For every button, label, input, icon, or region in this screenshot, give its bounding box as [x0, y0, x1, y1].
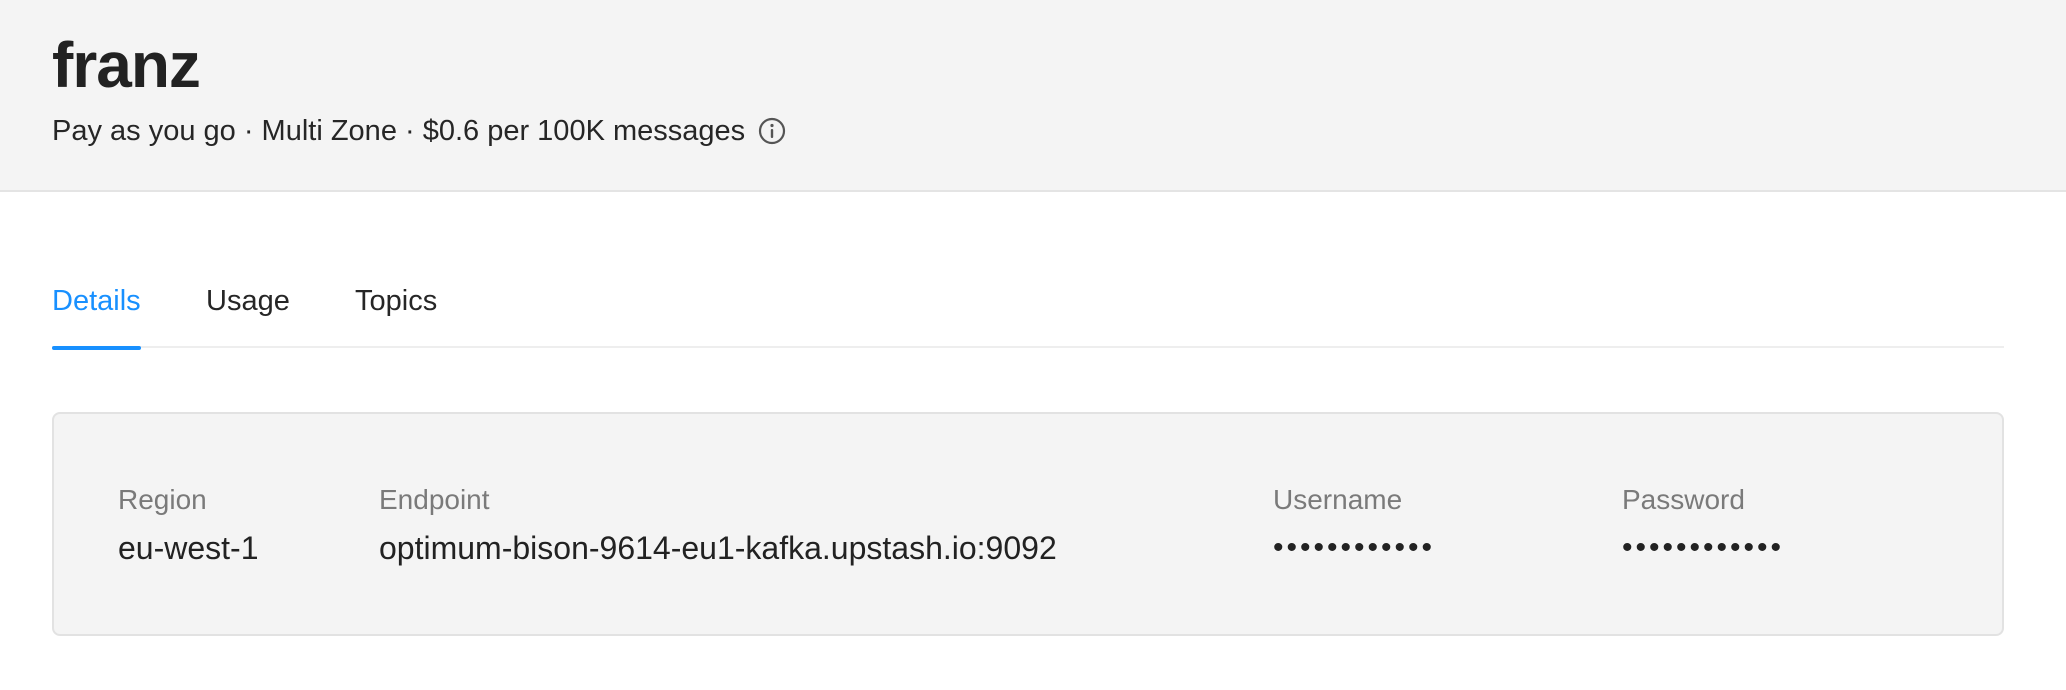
info-circle-icon[interactable]	[757, 116, 787, 146]
connection-details-card: Region eu-west-1 Endpoint optimum-bison-…	[52, 412, 2004, 636]
username-label: Username	[1273, 484, 1403, 515]
plan-summary: Pay as you go · Multi Zone · $0.6 per 10…	[52, 112, 787, 150]
endpoint-field: Endpoint optimum-bison-9614-eu1-kafka.up…	[379, 482, 1057, 568]
region-label: Region	[118, 484, 207, 515]
password-field: Password ••••••••••••	[1622, 482, 1784, 568]
username-value-masked[interactable]: ••••••••••••	[1273, 528, 1435, 568]
tab-usage[interactable]: Usage	[206, 282, 290, 346]
tab-details[interactable]: Details	[52, 282, 141, 350]
tab-topics[interactable]: Topics	[355, 282, 437, 346]
cluster-tabs: Details Usage Topics	[52, 268, 2004, 350]
page-header: franz Pay as you go · Multi Zone · $0.6 …	[0, 0, 2066, 192]
endpoint-label: Endpoint	[379, 484, 490, 515]
password-label: Password	[1622, 484, 1745, 515]
region-value: eu-west-1	[118, 530, 259, 566]
page-title: franz	[52, 29, 201, 101]
region-field: Region eu-west-1	[118, 482, 259, 568]
endpoint-value[interactable]: optimum-bison-9614-eu1-kafka.upstash.io:…	[379, 528, 1057, 568]
password-value-masked[interactable]: ••••••••••••	[1622, 528, 1784, 568]
plan-summary-text: Pay as you go · Multi Zone · $0.6 per 10…	[52, 115, 746, 147]
username-field: Username ••••••••••••	[1273, 482, 1435, 568]
